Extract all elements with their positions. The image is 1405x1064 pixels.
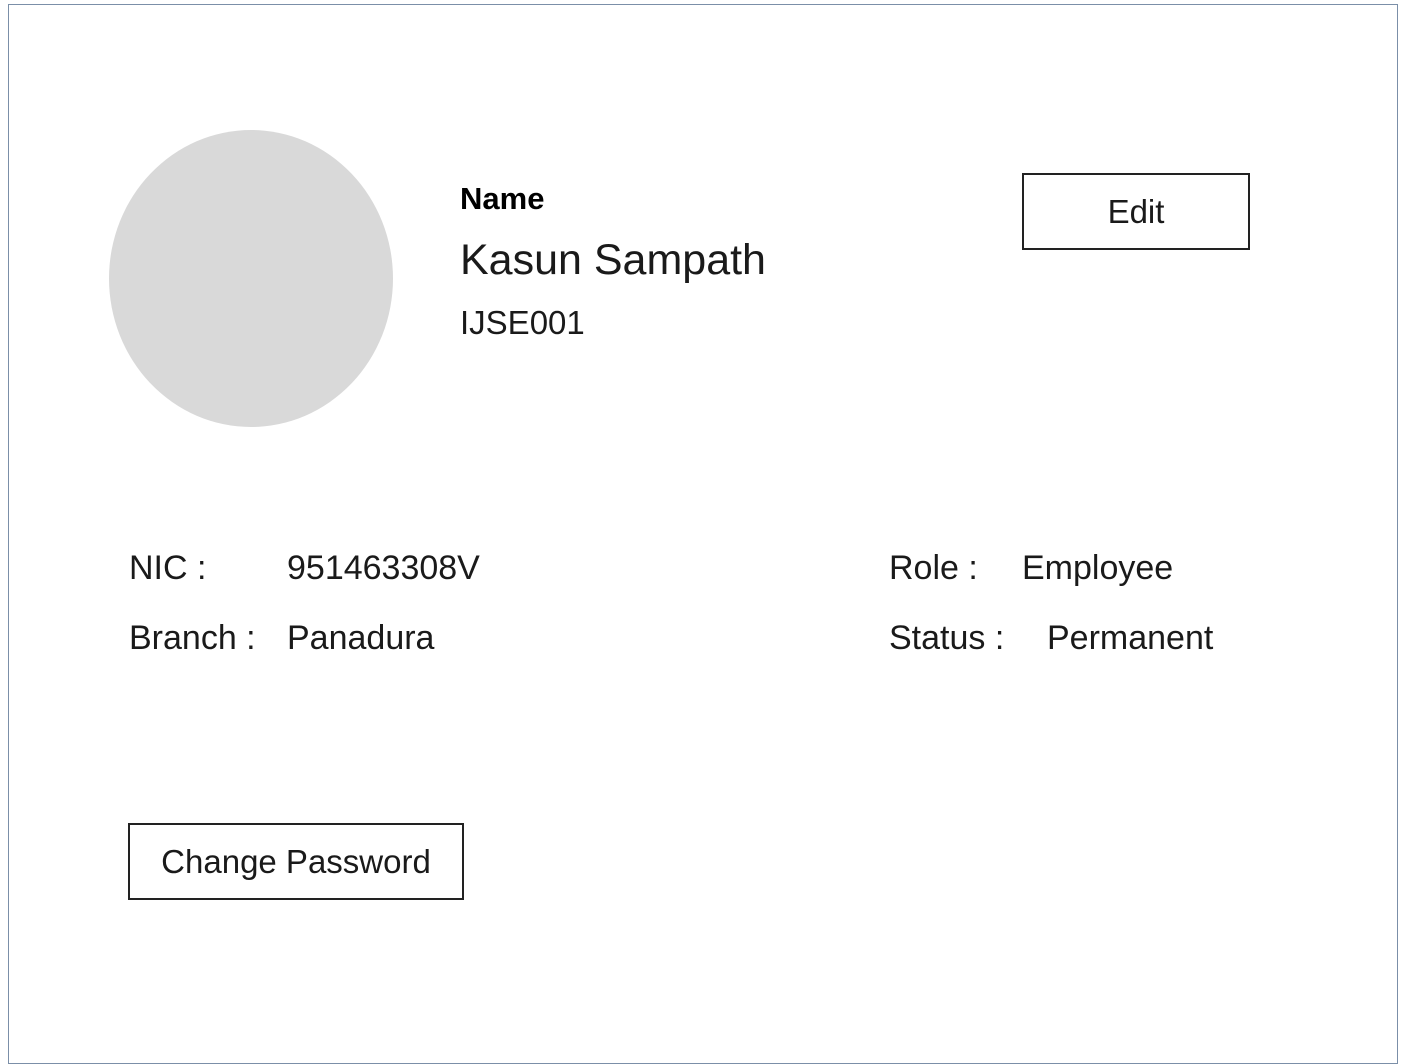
role-value: Employee — [1022, 549, 1174, 587]
status-label: Status : — [889, 619, 1005, 657]
edit-button[interactable]: Edit — [1022, 173, 1250, 250]
branch-value: Panadura — [287, 619, 435, 657]
name-label: Name — [460, 181, 545, 216]
employee-name: Kasun Sampath — [460, 236, 766, 284]
change-password-button[interactable]: Change Password — [128, 823, 464, 900]
nic-label: NIC : — [129, 549, 207, 587]
status-value: Permanent — [1047, 619, 1214, 657]
avatar — [109, 130, 393, 427]
nic-value: 951463308V — [287, 549, 480, 587]
branch-label: Branch : — [129, 619, 256, 657]
employee-id: IJSE001 — [460, 304, 585, 341]
role-label: Role : — [889, 549, 978, 587]
